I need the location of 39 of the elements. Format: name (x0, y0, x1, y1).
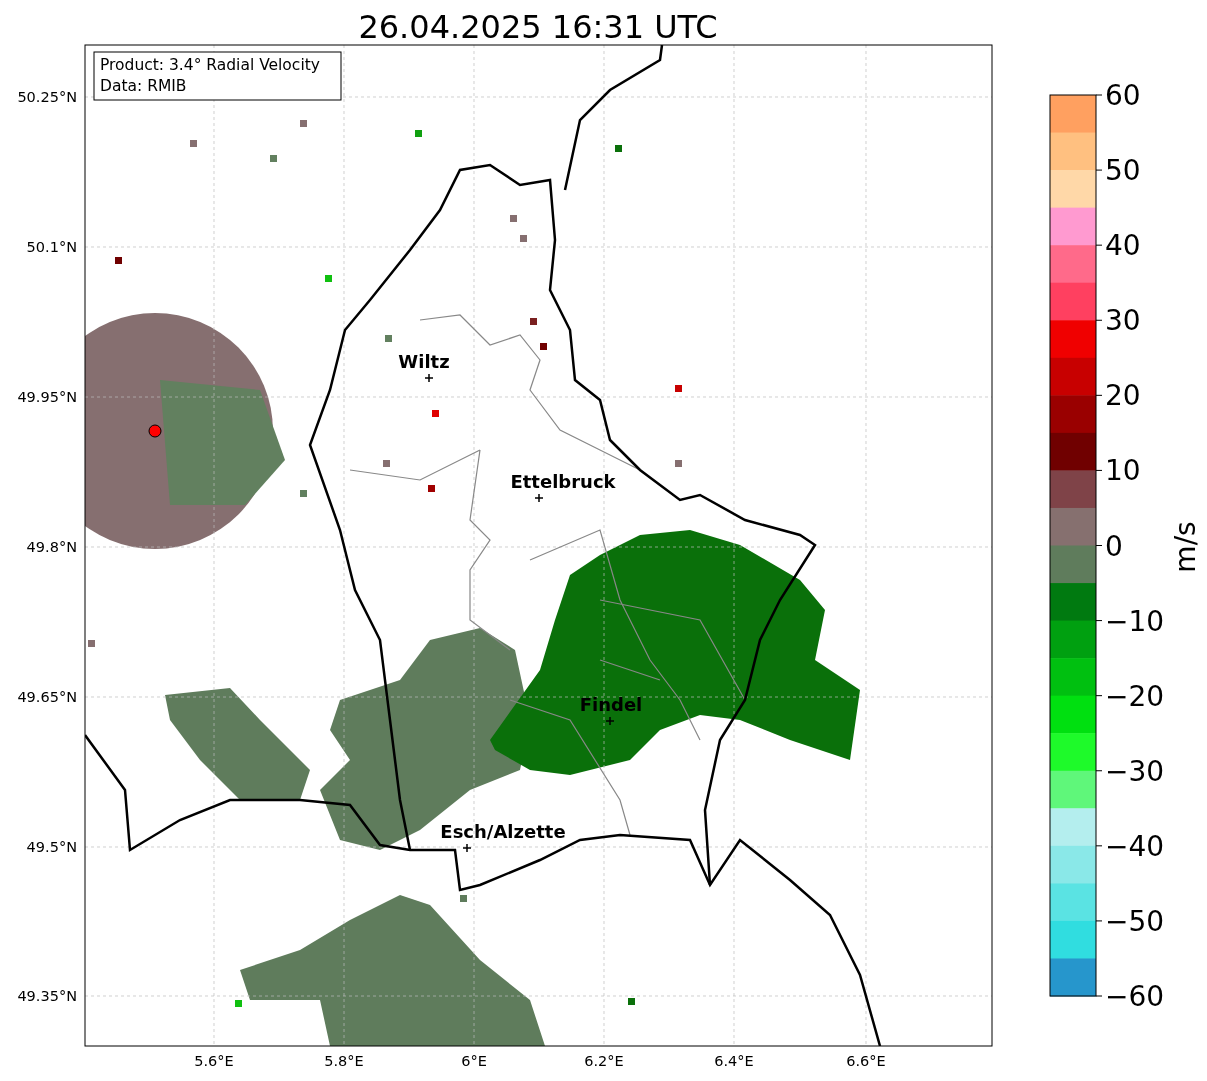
latitude-label: 50.1°N (26, 239, 77, 255)
longitude-label: 5.8°E (324, 1053, 364, 1069)
colorbar-tick-label: −50 (1105, 904, 1165, 938)
latitude-label: 49.65°N (17, 689, 77, 705)
city-marker-icon (534, 493, 544, 503)
info-text: Product: 3.4° Radial Velocity (100, 56, 320, 74)
city-label: Wiltz (398, 351, 450, 372)
latitude-label: 49.8°N (26, 539, 77, 555)
radar-site-marker (148, 424, 162, 438)
city-label: Esch/Alzette (440, 821, 566, 842)
city-label: Findel (579, 694, 643, 715)
colorbar-tick-label: 30 (1105, 304, 1141, 338)
latitude-label: 50.25°N (17, 89, 77, 105)
latitude-label: 49.95°N (17, 389, 77, 405)
colorbar-tick-label: 60 (1105, 79, 1141, 112)
longitude-label: 6.6°E (846, 1053, 886, 1069)
colorbar-tick-label: −60 (1105, 980, 1165, 1013)
colorbar-tick-label: −40 (1105, 829, 1165, 863)
colorbar-tick-label: −30 (1105, 754, 1165, 788)
longitude-label: 6.2°E (584, 1053, 624, 1069)
colorbar-tick-label: 20 (1105, 379, 1141, 413)
city-marker-icon (462, 843, 472, 853)
city-marker-icon (424, 373, 434, 383)
colorbar-tick-label: −10 (1105, 604, 1165, 638)
colorbar-tick-label: 40 (1105, 229, 1141, 263)
colorbar-tick-label: 10 (1105, 454, 1141, 488)
city-label: Ettelbruck (510, 471, 616, 492)
colorbar-tick-label: 50 (1105, 154, 1141, 188)
info-text: Data: RMIB (100, 77, 187, 95)
longitude-label: 5.6°E (194, 1053, 234, 1069)
chart-title: 26.04.2025 16:31 UTC (358, 8, 718, 46)
latitude-label: 49.5°N (26, 839, 77, 855)
latitude-label: 49.35°N (17, 988, 77, 1004)
colorbar-tick-label: −20 (1105, 679, 1165, 713)
colorbar-tick-label: 0 (1105, 529, 1123, 563)
longitude-label: 6.4°E (714, 1053, 754, 1069)
colorbar-label: m/s (1169, 521, 1202, 573)
longitude-label: 6°E (461, 1053, 487, 1069)
city-marker-icon (605, 716, 615, 726)
